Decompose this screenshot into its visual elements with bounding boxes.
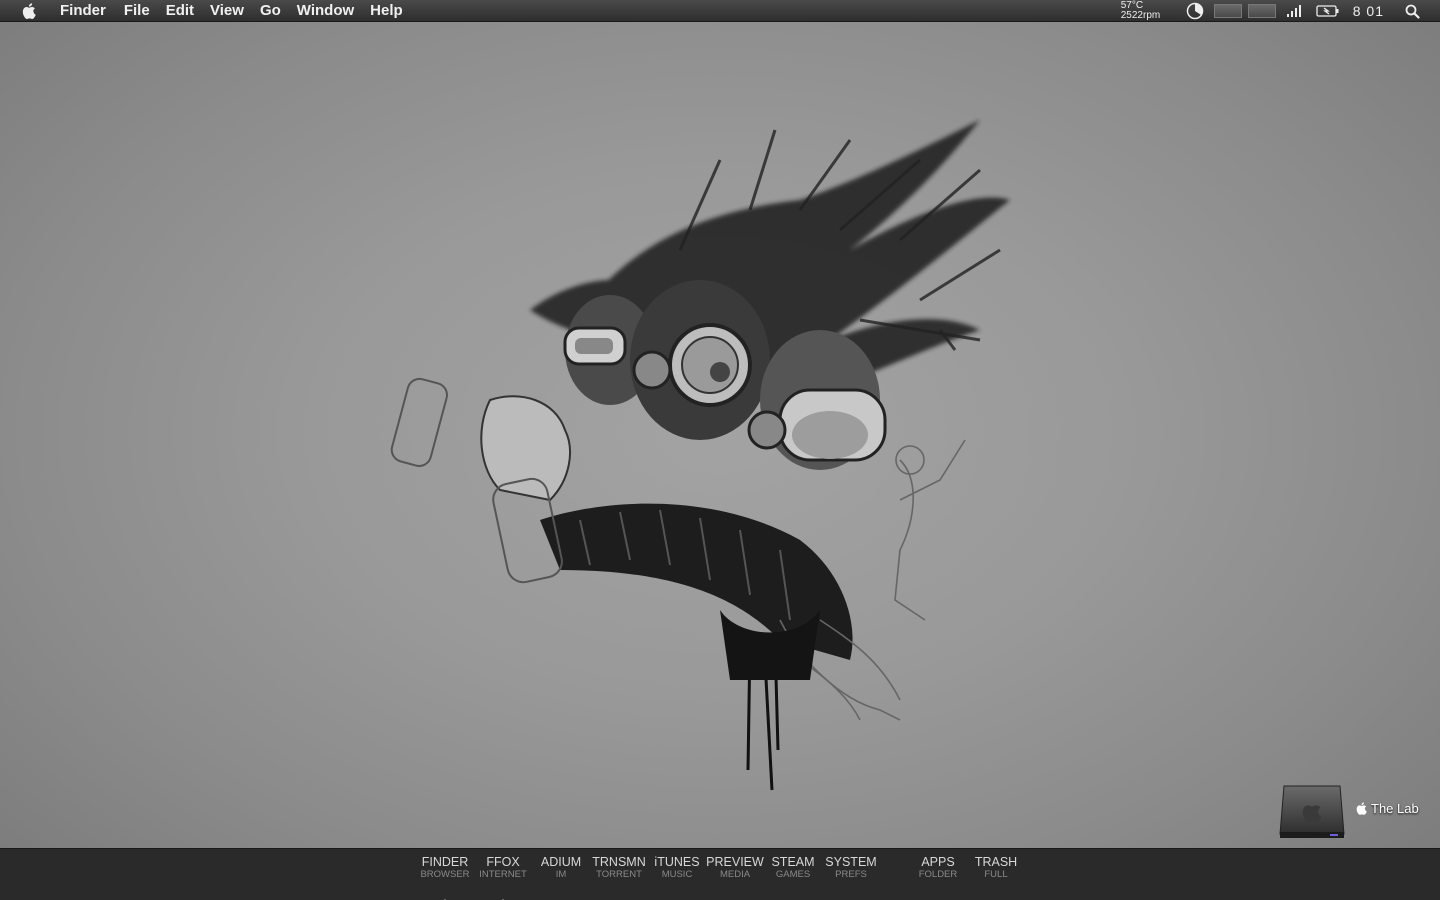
dock-item-subtitle: GAMES [775, 869, 811, 880]
dock-item-transmission[interactable]: TRNSMN TORRENT [589, 855, 649, 881]
clock[interactable]: 8 01 [1353, 3, 1384, 19]
menu-help[interactable]: Help [362, 0, 411, 22]
dock-item-title: PREVIEW [706, 855, 764, 869]
dock-item-system-prefs[interactable]: SYSTEM PREFS [821, 855, 881, 881]
wifi-icon[interactable] [1286, 4, 1302, 18]
fan-speed-value: 2522rpm [1120, 10, 1161, 21]
dock: FINDER BROWSER FFOX INTERNET ADIUM IM TR… [0, 848, 1440, 900]
dock-item-title: FINDER [421, 855, 469, 869]
dock-item-apps-folder[interactable]: APPS FOLDER [908, 855, 968, 881]
battery-icon[interactable] [1316, 4, 1340, 18]
dock-item-finder[interactable]: FINDER BROWSER [415, 855, 475, 900]
temperature-readout[interactable]: 57°C 2522rpm [1121, 1, 1167, 21]
dock-item-trash[interactable]: TRASH FULL [966, 855, 1026, 881]
menu-window[interactable]: Window [289, 0, 362, 22]
dock-item-subtitle: PREFS [835, 869, 867, 880]
apple-logo-icon [1356, 802, 1367, 815]
dock-item-adium[interactable]: ADIUM IM [531, 855, 591, 881]
dock-item-subtitle: MUSIC [661, 869, 693, 880]
dock-item-subtitle: INTERNET [479, 869, 527, 880]
menu-app-name[interactable]: Finder [52, 0, 114, 22]
dock-item-title: FFOX [486, 855, 520, 869]
time-machine-icon[interactable] [1186, 2, 1204, 20]
dock-item-subtitle: MEDIA [719, 869, 751, 880]
dock-item-title: SYSTEM [825, 855, 877, 869]
menu-go[interactable]: Go [252, 0, 289, 22]
dock-item-subtitle: FULL [984, 869, 1008, 880]
dock-item-subtitle: BROWSER [420, 869, 470, 880]
memory-meter-icon[interactable] [1247, 4, 1276, 18]
apple-menu-icon[interactable] [18, 2, 40, 19]
menu-bar: Finder File Edit View Go Window Help 57°… [0, 0, 1440, 22]
dock-item-itunes[interactable]: iTUNES MUSIC [647, 855, 707, 881]
spotlight-icon[interactable] [1405, 4, 1420, 19]
drive-label[interactable]: The Lab [1356, 801, 1419, 816]
dock-item-subtitle: IM [555, 869, 567, 880]
dock-item-title: STEAM [771, 855, 815, 869]
dock-item-preview[interactable]: PREVIEW MEDIA [705, 855, 765, 881]
dock-item-subtitle: FOLDER [918, 869, 958, 880]
menu-file[interactable]: File [116, 0, 158, 22]
dock-item-title: TRNSMN [592, 855, 646, 869]
drive-name: The Lab [1371, 801, 1419, 816]
dock-item-firefox[interactable]: FFOX INTERNET [473, 855, 533, 900]
status-area: 57°C 2522rpm 8 01 [1121, 0, 1440, 22]
hard-drive-icon[interactable] [1278, 782, 1346, 840]
dock-item-title: iTUNES [654, 855, 700, 869]
dock-item-subtitle: TORRENT [596, 869, 642, 880]
dock-item-title: APPS [921, 855, 955, 869]
dock-item-title: TRASH [974, 855, 1018, 869]
menu-view[interactable]: View [202, 0, 252, 22]
menu-edit[interactable]: Edit [158, 0, 202, 22]
dock-item-title: ADIUM [540, 855, 582, 869]
cpu-meter-icon[interactable] [1213, 4, 1242, 18]
wallpaper-artwork [390, 120, 1010, 791]
dock-item-steam[interactable]: STEAM GAMES [763, 855, 823, 881]
